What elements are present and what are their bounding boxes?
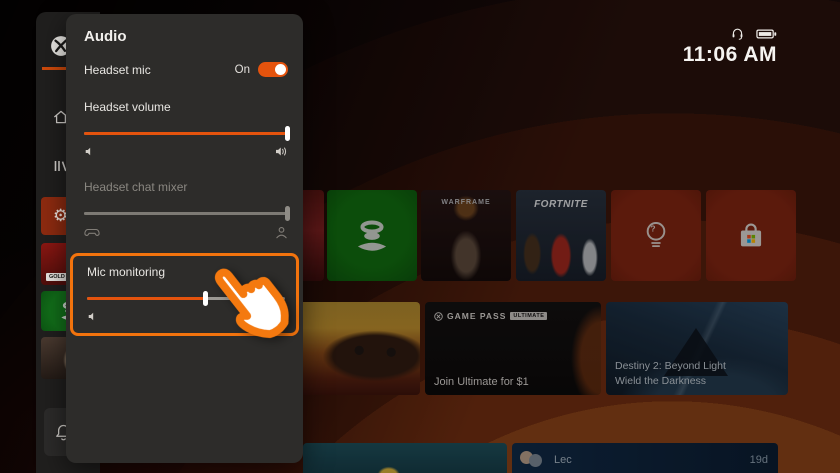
headset-icon	[731, 27, 744, 40]
toggle-state-label: On	[235, 64, 250, 76]
headset-volume-slider[interactable]	[84, 126, 288, 140]
gold-badge: GOLD	[46, 273, 68, 281]
headset-volume-group: Headset volume	[84, 100, 288, 157]
controller-icon	[84, 227, 100, 238]
headset-chat-mixer-slider[interactable]	[84, 206, 288, 220]
headset-mic-row: Headset mic On	[84, 62, 288, 77]
status-bar: 11:06 AM	[683, 27, 777, 67]
xbox-dashboard: WARFRAME FORTNITE ? elease GAME PASS ULT…	[0, 0, 840, 473]
headset-chat-mixer-label: Headset chat mixer	[84, 180, 288, 194]
headset-mic-toggle[interactable]	[258, 62, 288, 77]
headset-chat-mixer-group: Headset chat mixer	[84, 180, 288, 239]
speaker-low-icon	[87, 311, 99, 322]
slider-thumb[interactable]	[285, 206, 290, 221]
panel-title: Audio	[84, 28, 288, 45]
person-icon	[275, 226, 288, 239]
headset-mic-label: Headset mic	[84, 63, 151, 77]
speaker-high-icon	[275, 146, 288, 157]
slider-thumb[interactable]	[285, 126, 290, 141]
toggle-knob	[275, 64, 286, 75]
battery-icon	[756, 28, 777, 40]
clock: 11:06 AM	[683, 43, 777, 67]
speaker-low-icon	[84, 146, 96, 157]
headset-volume-label: Headset volume	[84, 100, 288, 114]
